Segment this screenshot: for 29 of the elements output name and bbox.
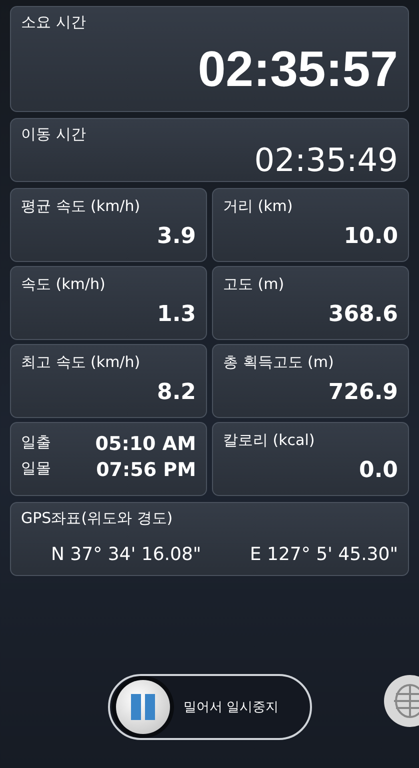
stat-value: 726.9 — [328, 380, 398, 405]
stat-label: 최고 속도 (km/h) — [21, 353, 140, 372]
gps-label: GPS좌표(위도와 경도) — [21, 509, 173, 528]
stat-label: 총 획득고도 (m) — [223, 353, 334, 372]
stat-label: 속도 (km/h) — [21, 275, 106, 294]
sun-label: 일출 — [21, 433, 51, 452]
latitude-value: N 37° 34' 16.08" — [51, 544, 202, 565]
stat-value: 10.0 — [344, 224, 398, 249]
sun-time: 07:56 PM — [96, 459, 196, 481]
moving-time-value: 02:35:49 — [254, 144, 398, 176]
sun-label: 일몰 — [21, 459, 51, 478]
elapsed-time-label: 소요 시간 — [21, 13, 86, 32]
globe-icon[interactable] — [383, 674, 419, 728]
pause-slider[interactable]: 밀어서 일시중지 — [108, 674, 312, 740]
slider-label: 밀어서 일시중지 — [184, 699, 279, 716]
elapsed-time-value: 02:35:57 — [198, 40, 398, 98]
stat-value: 3.9 — [157, 224, 196, 249]
moving-time-label: 이동 시간 — [21, 125, 86, 144]
pause-handle[interactable] — [116, 680, 170, 734]
calories-label: 칼로리 (kcal) — [223, 431, 315, 450]
calories-value: 0.0 — [359, 458, 398, 483]
stat-label: 평균 속도 (km/h) — [21, 197, 140, 216]
longitude-value: E 127° 5' 45.30" — [250, 544, 398, 565]
stat-value: 1.3 — [157, 302, 196, 327]
sun-time: 05:10 AM — [95, 433, 196, 455]
stat-value: 8.2 — [157, 380, 196, 405]
stat-label: 거리 (km) — [223, 197, 293, 216]
stat-value: 368.6 — [328, 302, 398, 327]
stat-label: 고도 (m) — [223, 275, 284, 294]
